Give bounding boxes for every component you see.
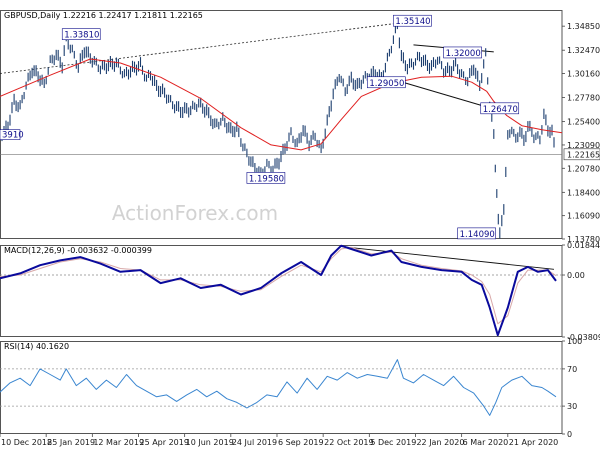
price-y-tick-label: 1.25400 xyxy=(567,118,600,127)
chart-root: ActionForex.com 1.34850 1.32470 1.30160 1.27… xyxy=(0,0,600,450)
x-tick-label: 22 Jan 2020 xyxy=(416,438,464,447)
annotation-label: 1.26470 xyxy=(483,105,518,115)
x-tick-label: 21 Apr 2020 xyxy=(509,438,558,447)
price-y-tick-label: 1.30160 xyxy=(567,70,600,79)
rsi-y-tick-label: 70 xyxy=(567,365,577,374)
macd-y-tick-label: 0.018442 xyxy=(567,241,600,250)
x-tick-label: 25 Apr 2019 xyxy=(139,438,188,447)
gbpusd-chart: ActionForex.com 1.34850 1.32470 1.30160 1.27… xyxy=(0,10,600,447)
annotation-label: 1.33810 xyxy=(64,31,99,41)
last-price-label: 1.22165 xyxy=(567,150,600,159)
x-tick-label: 10 Dec 2018 xyxy=(1,438,52,447)
price-y-tick-label: 1.27780 xyxy=(567,94,600,103)
annotation-label: 1.14090 xyxy=(460,230,495,240)
x-tick-label: 10 Jun 2019 xyxy=(186,438,234,447)
macd-y-tick-label: 0.00 xyxy=(567,271,585,280)
x-tick-label: 6 Sep 2019 xyxy=(278,438,324,447)
x-tick-label: 5 Dec 2019 xyxy=(370,438,416,447)
price-y-tick-label: 1.18400 xyxy=(567,188,600,197)
x-tick-label: 6 Mar 2020 xyxy=(463,438,509,447)
x-tick-label: 24 Jul 2019 xyxy=(232,438,277,447)
price-y-tick-label: 1.34850 xyxy=(567,22,600,31)
x-tick-label: 25 Jan 2019 xyxy=(47,438,95,447)
price-panel xyxy=(0,10,563,239)
price-y-tick-label: 1.32470 xyxy=(567,46,600,55)
watermark: ActionForex.com xyxy=(112,201,278,225)
x-tick-label: 22 Oct 2019 xyxy=(324,438,373,447)
annotation-label: 1.32000 xyxy=(446,49,481,59)
annotation-label: 1.19580 xyxy=(249,174,284,184)
annotation-label: 3910 xyxy=(2,131,24,141)
annotation-label: 1.29050 xyxy=(369,79,404,89)
x-tick-label: 12 Mar 2019 xyxy=(93,438,144,447)
price-y-tick-label: 1.16090 xyxy=(567,212,600,221)
rsi-title: RSI(14) 40.1620 xyxy=(4,342,69,351)
rsi-y-tick-label: 0 xyxy=(567,430,572,439)
annotation-label: 1.35140 xyxy=(395,17,430,27)
rsi-y-tick-label: 100 xyxy=(567,337,582,346)
price-title: GBPUSD,Daily 1.22216 1.22417 1.21811 1.2… xyxy=(4,11,203,20)
price-y-tick-label: 1.20780 xyxy=(567,164,600,173)
macd-title: MACD(12,26,9) -0.003632 -0.000399 xyxy=(4,246,152,255)
rsi-panel xyxy=(0,341,563,434)
rsi-y-tick-label: 30 xyxy=(567,402,577,411)
